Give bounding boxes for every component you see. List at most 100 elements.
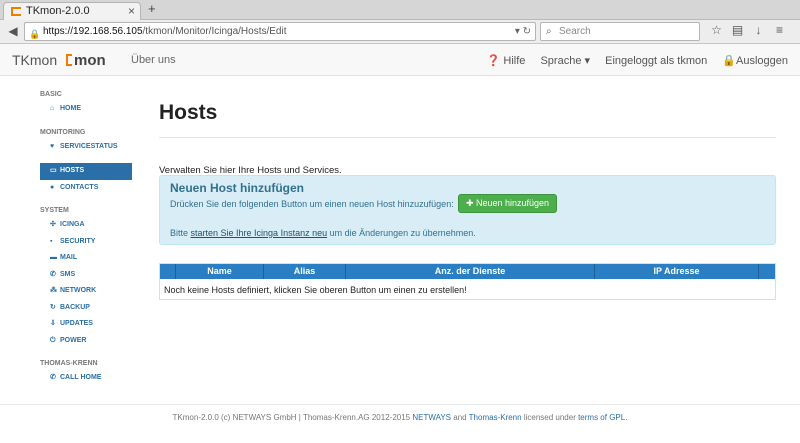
help-link[interactable]: ❓ Hilfe xyxy=(487,55,526,67)
tab-title: TKmon-2.0.0 xyxy=(26,5,90,17)
add-host-panel: Neuen Host hinzufügen Drücken Sie den fo… xyxy=(159,175,776,245)
heart-icon: ♥ xyxy=(50,142,55,150)
add-host-button[interactable]: ✚ Neuen hinzufügen xyxy=(458,194,557,213)
sidebar-item-power[interactable]: ⏻ POWER xyxy=(40,333,132,350)
restart-prefix: Bitte xyxy=(170,228,191,238)
netways-link[interactable]: NETWAYS xyxy=(412,413,451,422)
new-tab-icon[interactable]: + xyxy=(148,1,156,16)
sidebar-item-label: ICINGA xyxy=(60,221,85,228)
refresh-icon: ↻ xyxy=(50,303,56,311)
search-placeholder: Search xyxy=(559,26,591,37)
sidebar-item-sms[interactable]: ✆ SMS xyxy=(40,267,132,284)
sidebar-item-servicestatus[interactable]: ♥ SERVICESTATUS xyxy=(40,139,132,156)
sidebar-item-label: SMS xyxy=(60,270,76,278)
footer-copyright: TKmon-2.0.0 (c) NETWAYS GmbH | Thomas-Kr… xyxy=(172,413,413,422)
sidebar-item-label: MAIL xyxy=(60,254,78,261)
logout-link[interactable]: 🔒Ausloggen xyxy=(722,55,788,67)
sidebar-item-security[interactable]: ▪ SECURITY xyxy=(40,234,132,251)
browser-tab-bar: TKmon-2.0.0 × + xyxy=(0,0,800,20)
phone-icon: ✆ xyxy=(50,374,56,381)
network-icon: ⁂ xyxy=(50,287,57,294)
app-navbar: TKmon mon Über uns ❓ Hilfe Sprache ▾ Ein… xyxy=(0,44,800,76)
home-icon: ⌂ xyxy=(50,105,55,112)
caret-down-icon: ▾ xyxy=(584,55,591,67)
close-tab-icon[interactable]: × xyxy=(128,3,135,20)
title-divider xyxy=(159,137,776,138)
navbar-right: ❓ Hilfe Sprache ▾ Eingeloggt als tkmon 🔒… xyxy=(475,54,788,67)
inbox-icon: ▬ xyxy=(50,254,57,261)
sidebar-item-call-home[interactable]: ✆ CALL HOME xyxy=(40,370,132,387)
logo-mark-icon xyxy=(66,54,72,66)
tkmon-logo[interactable]: mon xyxy=(66,52,106,69)
sidebar-item-home[interactable]: ⌂ HOME xyxy=(40,101,132,118)
browser-tab[interactable]: TKmon-2.0.0 × xyxy=(3,2,141,20)
col-header-alias: Alias xyxy=(264,264,346,279)
col-header-actions xyxy=(759,264,775,279)
favicon-icon xyxy=(11,7,21,16)
monitor-icon: ▭ xyxy=(50,167,57,174)
url-bar[interactable]: 🔒 https://192.168.56.105/tkmon/Monitor/I… xyxy=(24,22,536,41)
lock-icon: ▪ xyxy=(50,237,53,245)
sidebar-item-icinga[interactable]: ✣ ICINGA xyxy=(40,217,132,234)
logo-text: mon xyxy=(74,52,106,69)
menu-icon[interactable]: ≡ xyxy=(769,23,790,37)
help-label: Hilfe xyxy=(503,55,526,67)
sidebar-item-updates[interactable]: ⇩ UPDATES xyxy=(40,316,132,333)
empty-table-message: Noch keine Hosts definiert, klicken Sie … xyxy=(164,285,467,295)
footer-end: . xyxy=(625,413,628,422)
sidebar: BASIC ⌂ HOME MONITORING ♥ SERVICESTATUS ▭ H… xyxy=(40,88,132,387)
table-header: Name Alias Anz. der Dienste IP Adresse xyxy=(160,264,775,279)
sidebar-item-label: HOME xyxy=(60,105,81,112)
brand-name[interactable]: TKmon xyxy=(12,52,57,68)
footer: TKmon-2.0.0 (c) NETWAYS GmbH | Thomas-Kr… xyxy=(0,413,800,422)
sidebar-item-label: SECURITY xyxy=(60,237,96,245)
bookmark-star-icon[interactable]: ☆ xyxy=(706,23,727,37)
sidebar-item-hosts[interactable]: ▭ HOSTS xyxy=(40,163,132,180)
language-dropdown[interactable]: Sprache ▾ xyxy=(540,55,590,67)
toolbar-icons: ☆ ▤ ↓ ≡ xyxy=(706,23,790,37)
restart-icinga-link[interactable]: starten Sie Ihre Icinga Instanz neu xyxy=(191,228,328,238)
sidebar-item-backup[interactable]: ↻ BACKUP xyxy=(40,300,132,317)
language-label: Sprache xyxy=(540,55,582,67)
lock-icon: 🔒 xyxy=(722,55,736,67)
reading-list-icon[interactable]: ▤ xyxy=(727,23,748,37)
restart-notice: Bitte starten Sie Ihre Icinga Instanz ne… xyxy=(170,228,476,238)
sidebar-item-contacts[interactable]: ● CONTACTS xyxy=(40,180,132,197)
browser-toolbar: ◀ 🔒 https://192.168.56.105/tkmon/Monitor… xyxy=(0,20,800,44)
lock-icon: 🔒 xyxy=(29,29,41,39)
page-title: Hosts xyxy=(159,101,218,124)
url-path: /tkmon/Monitor/Icinga/Hosts/Edit xyxy=(142,26,287,37)
restart-suffix: um die Änderungen zu übernehmen. xyxy=(327,228,476,238)
help-icon: ❓ xyxy=(486,55,501,67)
add-host-button-label: Neuen hinzufügen xyxy=(476,198,550,208)
hosts-table: Name Alias Anz. der Dienste IP Adresse N… xyxy=(159,263,776,300)
search-icon: ⌕ xyxy=(546,26,552,37)
downloads-icon[interactable]: ↓ xyxy=(748,23,769,37)
sidebar-item-label: HOSTS xyxy=(60,167,85,174)
logged-in-user: Eingeloggt als tkmon xyxy=(605,55,708,67)
col-header-name: Name xyxy=(176,264,264,279)
user-icon: ● xyxy=(50,183,55,191)
plus-icon: ✚ xyxy=(465,198,474,208)
sidebar-section-system: SYSTEM xyxy=(40,207,69,214)
footer-licensed: licensed under xyxy=(521,413,579,422)
search-input[interactable]: ⌕ Search xyxy=(540,22,700,41)
footer-divider xyxy=(0,404,800,405)
gpl-link[interactable]: terms of GPL xyxy=(578,413,625,422)
col-header-services: Anz. der Dienste xyxy=(346,264,595,279)
sidebar-item-label: POWER xyxy=(60,336,87,344)
col-header-ip: IP Adresse xyxy=(595,264,759,279)
logout-label: Ausloggen xyxy=(736,55,788,67)
thomas-krenn-link[interactable]: Thomas-Krenn xyxy=(469,413,522,422)
col-header-select xyxy=(160,264,176,279)
add-host-title: Neuen Host hinzufügen xyxy=(170,181,304,195)
sidebar-item-mail[interactable]: ▬ MAIL xyxy=(40,250,132,267)
sidebar-item-label: UPDATES xyxy=(60,320,93,327)
back-icon[interactable]: ◀ xyxy=(5,23,21,39)
power-icon: ⏻ xyxy=(50,336,56,344)
reload-icon[interactable]: ▾ ↻ xyxy=(515,23,531,40)
about-link[interactable]: Über uns xyxy=(131,54,176,66)
add-host-text: Drücken Sie den folgenden Button um eine… xyxy=(170,199,454,209)
sidebar-item-network[interactable]: ⁂ NETWORK xyxy=(40,283,132,300)
sidebar-item-label: CALL HOME xyxy=(60,374,102,381)
